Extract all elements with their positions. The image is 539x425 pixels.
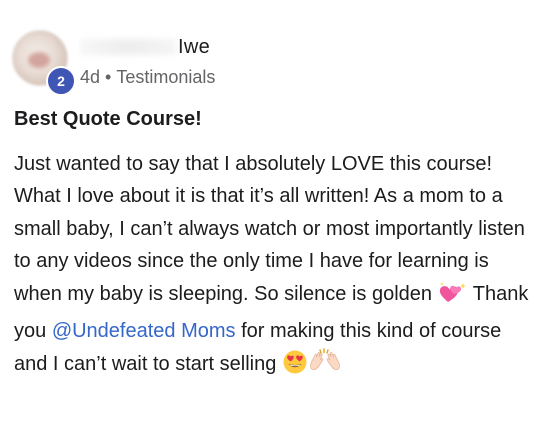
- author-level-badge: 2: [46, 66, 76, 96]
- post-category[interactable]: Testimonials: [116, 67, 215, 87]
- post-age[interactable]: 4d: [80, 67, 100, 87]
- post-body: Just wanted to say that I absolutely LOV…: [14, 148, 529, 386]
- sparkling-heart-icon: [438, 281, 468, 315]
- author-name[interactable]: Iwe: [80, 36, 210, 59]
- testimonial-post: 2 Iwe 4d • Testimonials Best Quote Course!…: [0, 0, 539, 425]
- raised-hands-icon: [308, 347, 342, 385]
- post-title[interactable]: Best Quote Course!: [14, 108, 202, 131]
- author-name-visible: Iwe: [178, 36, 211, 58]
- mention-link[interactable]: @Undefeated Moms: [52, 320, 236, 342]
- avatar-detail: [28, 52, 50, 68]
- post-meta: 4d • Testimonials: [80, 67, 215, 88]
- heart-eyes-face-icon: [282, 349, 308, 385]
- redacted-name-blur: [80, 39, 176, 55]
- meta-separator: •: [105, 67, 112, 87]
